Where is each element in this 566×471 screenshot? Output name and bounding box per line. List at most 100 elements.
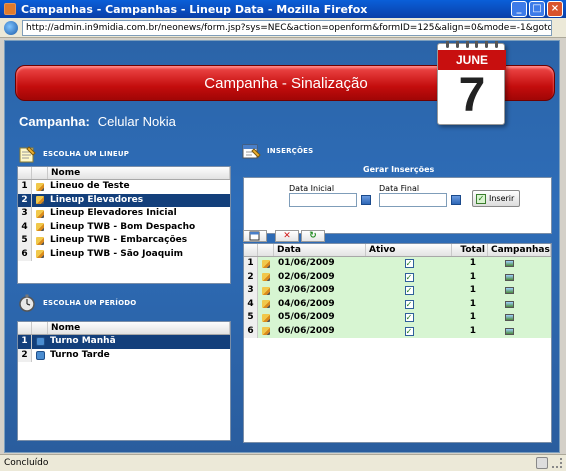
lineup-row[interactable]: 6 Lineup TWB - São Joaquim (18, 247, 230, 261)
insercao-total: 1 (469, 325, 476, 336)
ativo-checkbox[interactable]: ✓ (404, 299, 414, 309)
row-number: 6 (18, 247, 32, 261)
site-icon (4, 20, 18, 35)
periodo-row[interactable]: 1 Turno Manhã (18, 335, 230, 349)
settings-icon[interactable] (536, 457, 548, 469)
insercao-row[interactable]: 5 05/06/2009 ✓ 1 (244, 311, 551, 325)
periodo-column-nome: Nome (48, 322, 230, 334)
delete-button[interactable]: ✕ (275, 230, 299, 242)
campanhas-icon[interactable] (504, 327, 514, 335)
calendar-month: JUNE (438, 50, 506, 70)
insercoes-grid: Data Ativo Total Campanhas 1 01/06/2009 ✓ 1… (243, 243, 552, 443)
row-number: 2 (244, 270, 258, 284)
firefox-icon (4, 3, 16, 15)
insercao-total: 1 (469, 285, 476, 296)
gerar-insercoes-box: Data Inicial Data Final ✓ Inserir (243, 177, 552, 234)
pencil-icon (36, 182, 44, 191)
calendar-edit-icon (242, 144, 261, 159)
insercao-date: 05/06/2009 (278, 312, 335, 323)
row-number: 4 (18, 220, 32, 234)
insercoes-section-header: INSERÇÕES (241, 141, 313, 161)
delete-icon: ✕ (283, 231, 291, 241)
schedule-icon (35, 337, 45, 347)
pencil-icon (36, 250, 44, 259)
lineup-row[interactable]: 1 Lineuo de Teste (18, 180, 230, 194)
check-icon: ✓ (476, 193, 486, 204)
row-number: 3 (18, 207, 32, 221)
lineup-name: Lineup Elevadores (50, 194, 144, 205)
row-number: 6 (244, 324, 258, 338)
url-field[interactable]: http://admin.in9midia.com.br/neonews/for… (22, 19, 552, 36)
refresh-icon: ↻ (309, 231, 317, 241)
row-number: 2 (18, 193, 32, 207)
pencil-icon (262, 313, 270, 322)
insercao-total: 1 (469, 258, 476, 269)
data-final-field[interactable] (379, 193, 447, 207)
calendar-add-button[interactable] (243, 230, 267, 242)
lineup-row[interactable]: 4 Lineup TWB - Bom Despacho (18, 220, 230, 234)
insercao-row[interactable]: 2 02/06/2009 ✓ 1 (244, 270, 551, 284)
stopwatch-icon (19, 294, 35, 312)
status-text: Concluído (4, 458, 49, 468)
lineup-name: Lineuo de Teste (50, 181, 130, 192)
pencil-icon (262, 286, 270, 295)
lineup-name: Lineup Elevadores Inicial (50, 208, 177, 219)
pencil-icon (262, 300, 270, 309)
data-inicial-calendar-button[interactable] (361, 195, 371, 205)
lineup-row[interactable]: 2 Lineup Elevadores (18, 193, 230, 207)
schedule-icon (35, 350, 45, 360)
ativo-checkbox[interactable]: ✓ (404, 286, 414, 296)
campanha-label: Campanha: (19, 114, 90, 129)
ativo-checkbox[interactable]: ✓ (404, 259, 414, 269)
insercao-date: 03/06/2009 (278, 285, 335, 296)
data-inicial-label: Data Inicial (289, 184, 335, 193)
calendar-add-icon (249, 231, 260, 241)
campanhas-icon[interactable] (504, 273, 514, 281)
inserir-button[interactable]: ✓ Inserir (472, 190, 520, 207)
campanhas-icon[interactable] (504, 300, 514, 308)
window-titlebar: Campanhas - Campanhas - Lineup Data - Mo… (0, 0, 566, 18)
data-final-calendar-button[interactable] (451, 195, 461, 205)
ativo-checkbox[interactable]: ✓ (404, 272, 414, 282)
data-final-label: Data Final (379, 184, 420, 193)
campanhas-icon[interactable] (504, 260, 514, 268)
campanha-header: Campanha: Celular Nokia (19, 114, 176, 129)
pencil-icon (36, 223, 44, 232)
ativo-checkbox[interactable]: ✓ (404, 326, 414, 336)
insercao-total: 1 (469, 298, 476, 309)
minimize-button[interactable]: _ (511, 1, 527, 17)
insercao-row[interactable]: 4 04/06/2009 ✓ 1 (244, 297, 551, 311)
column-data: Data (274, 244, 366, 256)
data-inicial-field[interactable] (289, 193, 357, 207)
row-number: 5 (244, 311, 258, 325)
ativo-checkbox[interactable]: ✓ (404, 313, 414, 323)
pencil-icon (36, 236, 44, 245)
periodo-name: Turno Manhã (50, 336, 116, 347)
campanhas-icon[interactable] (504, 314, 514, 322)
insercao-row[interactable]: 1 01/06/2009 ✓ 1 (244, 257, 551, 271)
row-number: 2 (18, 348, 32, 362)
maximize-button[interactable]: □ (529, 1, 545, 17)
pencil-icon (262, 273, 270, 282)
pencil-icon (36, 209, 44, 218)
pencil-icon (36, 196, 44, 205)
lineup-row[interactable]: 5 Lineup TWB - Embarcações (18, 234, 230, 248)
refresh-button[interactable]: ↻ (301, 230, 325, 242)
insercao-row[interactable]: 3 03/06/2009 ✓ 1 (244, 284, 551, 298)
periodo-grid: Nome 1 Turno Manhã 2 Turno Tarde (17, 321, 231, 441)
close-button[interactable]: × (547, 1, 563, 17)
campanhas-icon[interactable] (504, 287, 514, 295)
lineup-grid-header: Nome (18, 167, 230, 180)
periodo-section-header: ESCOLHA UM PERÍODO (17, 293, 136, 313)
row-number: 1 (18, 180, 32, 194)
calendar-day: 7 (458, 69, 486, 122)
campanha-value: Celular Nokia (97, 114, 176, 129)
lineup-column-nome: Nome (48, 167, 230, 179)
lineup-row[interactable]: 3 Lineup Elevadores Inicial (18, 207, 230, 221)
column-ativo: Ativo (366, 244, 452, 256)
insercao-date: 02/06/2009 (278, 271, 335, 282)
periodo-name: Turno Tarde (50, 349, 110, 360)
insercao-row[interactable]: 6 06/06/2009 ✓ 1 (244, 324, 551, 338)
resize-grip[interactable] (552, 458, 562, 468)
periodo-row[interactable]: 2 Turno Tarde (18, 348, 230, 362)
